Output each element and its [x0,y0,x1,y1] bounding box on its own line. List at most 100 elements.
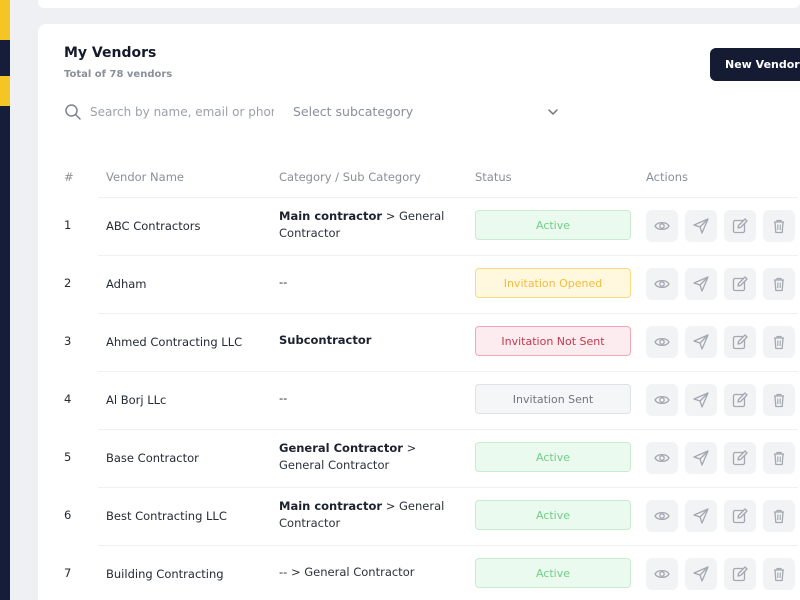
send-invite-button[interactable] [685,210,717,242]
send-icon [693,334,709,350]
vendor-name[interactable]: Building Contracting [106,567,224,581]
delete-button[interactable] [763,268,795,300]
edit-button[interactable] [724,384,756,416]
vendor-name[interactable]: Adham [106,277,147,291]
eye-icon [654,453,670,463]
status-badge: Active [475,558,631,588]
send-invite-button[interactable] [685,268,717,300]
page-title: My Vendors [64,45,157,61]
vendor-category: -- [279,274,449,291]
status-badge: Invitation Opened [475,268,631,298]
vendor-category: Subcontractor [279,332,449,349]
send-invite-button[interactable] [685,558,717,590]
delete-button[interactable] [763,210,795,242]
row-divider [98,197,798,198]
column-header-status[interactable]: Status [475,170,512,184]
category-separator: > [402,441,417,455]
edit-icon [732,508,748,524]
row-number: 7 [64,566,72,580]
send-icon [693,508,709,524]
column-header-number: # [64,170,74,184]
column-header-vendor-name[interactable]: Vendor Name [106,170,184,184]
view-button[interactable] [646,210,678,242]
row-divider [98,429,798,430]
eye-icon [654,279,670,289]
vendor-name[interactable]: Best Contracting LLC [106,509,227,523]
vendor-category: -- [279,390,449,407]
view-button[interactable] [646,500,678,532]
vendor-category: Main contractor > General Contractor [279,208,449,242]
send-icon [693,566,709,582]
edit-button[interactable] [724,558,756,590]
view-button[interactable] [646,384,678,416]
send-invite-button[interactable] [685,384,717,416]
search-input[interactable] [90,101,274,123]
vendor-category: Main contractor > General Contractor [279,498,449,532]
subcategory-name: -- > General Contractor [279,565,415,579]
vendor-name[interactable]: Base Contractor [106,451,199,465]
row-number: 1 [64,218,72,232]
top-card [38,0,800,8]
edit-icon [732,450,748,466]
view-button[interactable] [646,442,678,474]
row-number: 4 [64,392,72,406]
subcategory-name: -- [279,391,288,405]
vendor-category: -- > General Contractor [279,564,449,581]
column-header-category[interactable]: Category / Sub Category [279,170,421,184]
eye-icon [654,569,670,579]
subcategory-name: General Contractor [279,458,390,472]
delete-button[interactable] [763,326,795,358]
delete-button[interactable] [763,442,795,474]
send-invite-button[interactable] [685,442,717,474]
edit-button[interactable] [724,210,756,242]
category-separator: > [382,499,400,513]
eye-icon [654,221,670,231]
sidebar-active-marker [0,0,10,40]
row-divider [98,487,798,488]
eye-icon [654,511,670,521]
trash-icon [774,219,784,234]
send-invite-button[interactable] [685,326,717,358]
vendor-category: General Contractor > General Contractor [279,440,449,474]
subcategory-name: -- [279,275,288,289]
row-number: 6 [64,508,72,522]
vendor-name[interactable]: Al Borj LLc [106,393,166,407]
category-name: Main contractor [279,499,383,513]
edit-icon [732,392,748,408]
view-button[interactable] [646,268,678,300]
delete-button[interactable] [763,500,795,532]
send-icon [693,218,709,234]
view-button[interactable] [646,326,678,358]
eye-icon [654,395,670,405]
trash-icon [774,335,784,350]
sidebar-marker [0,76,10,106]
vendor-name[interactable]: Ahmed Contracting LLC [106,335,242,349]
edit-icon [732,218,748,234]
edit-button[interactable] [724,326,756,358]
subcategory-select[interactable]: Select subcategory [293,101,563,123]
sidebar [0,0,10,600]
chevron-down-icon [548,109,558,115]
category-name: Subcontractor [279,333,372,347]
new-vendor-button[interactable]: New Vendor [710,48,800,81]
delete-button[interactable] [763,384,795,416]
send-invite-button[interactable] [685,500,717,532]
status-badge: Active [475,442,631,472]
trash-icon [774,393,784,408]
edit-button[interactable] [724,442,756,474]
row-number: 5 [64,450,72,464]
row-number: 3 [64,334,72,348]
edit-button[interactable] [724,500,756,532]
delete-button[interactable] [763,558,795,590]
view-button[interactable] [646,558,678,590]
trash-icon [774,567,784,582]
vendor-name[interactable]: ABC Contractors [106,219,200,233]
trash-icon [774,277,784,292]
status-badge: Invitation Sent [475,384,631,414]
status-badge: Invitation Not Sent [475,326,631,356]
vendor-count: Total of 78 vendors [64,69,173,80]
edit-button[interactable] [724,268,756,300]
row-divider [98,255,798,256]
status-badge: Active [475,500,631,530]
row-divider [98,545,798,546]
